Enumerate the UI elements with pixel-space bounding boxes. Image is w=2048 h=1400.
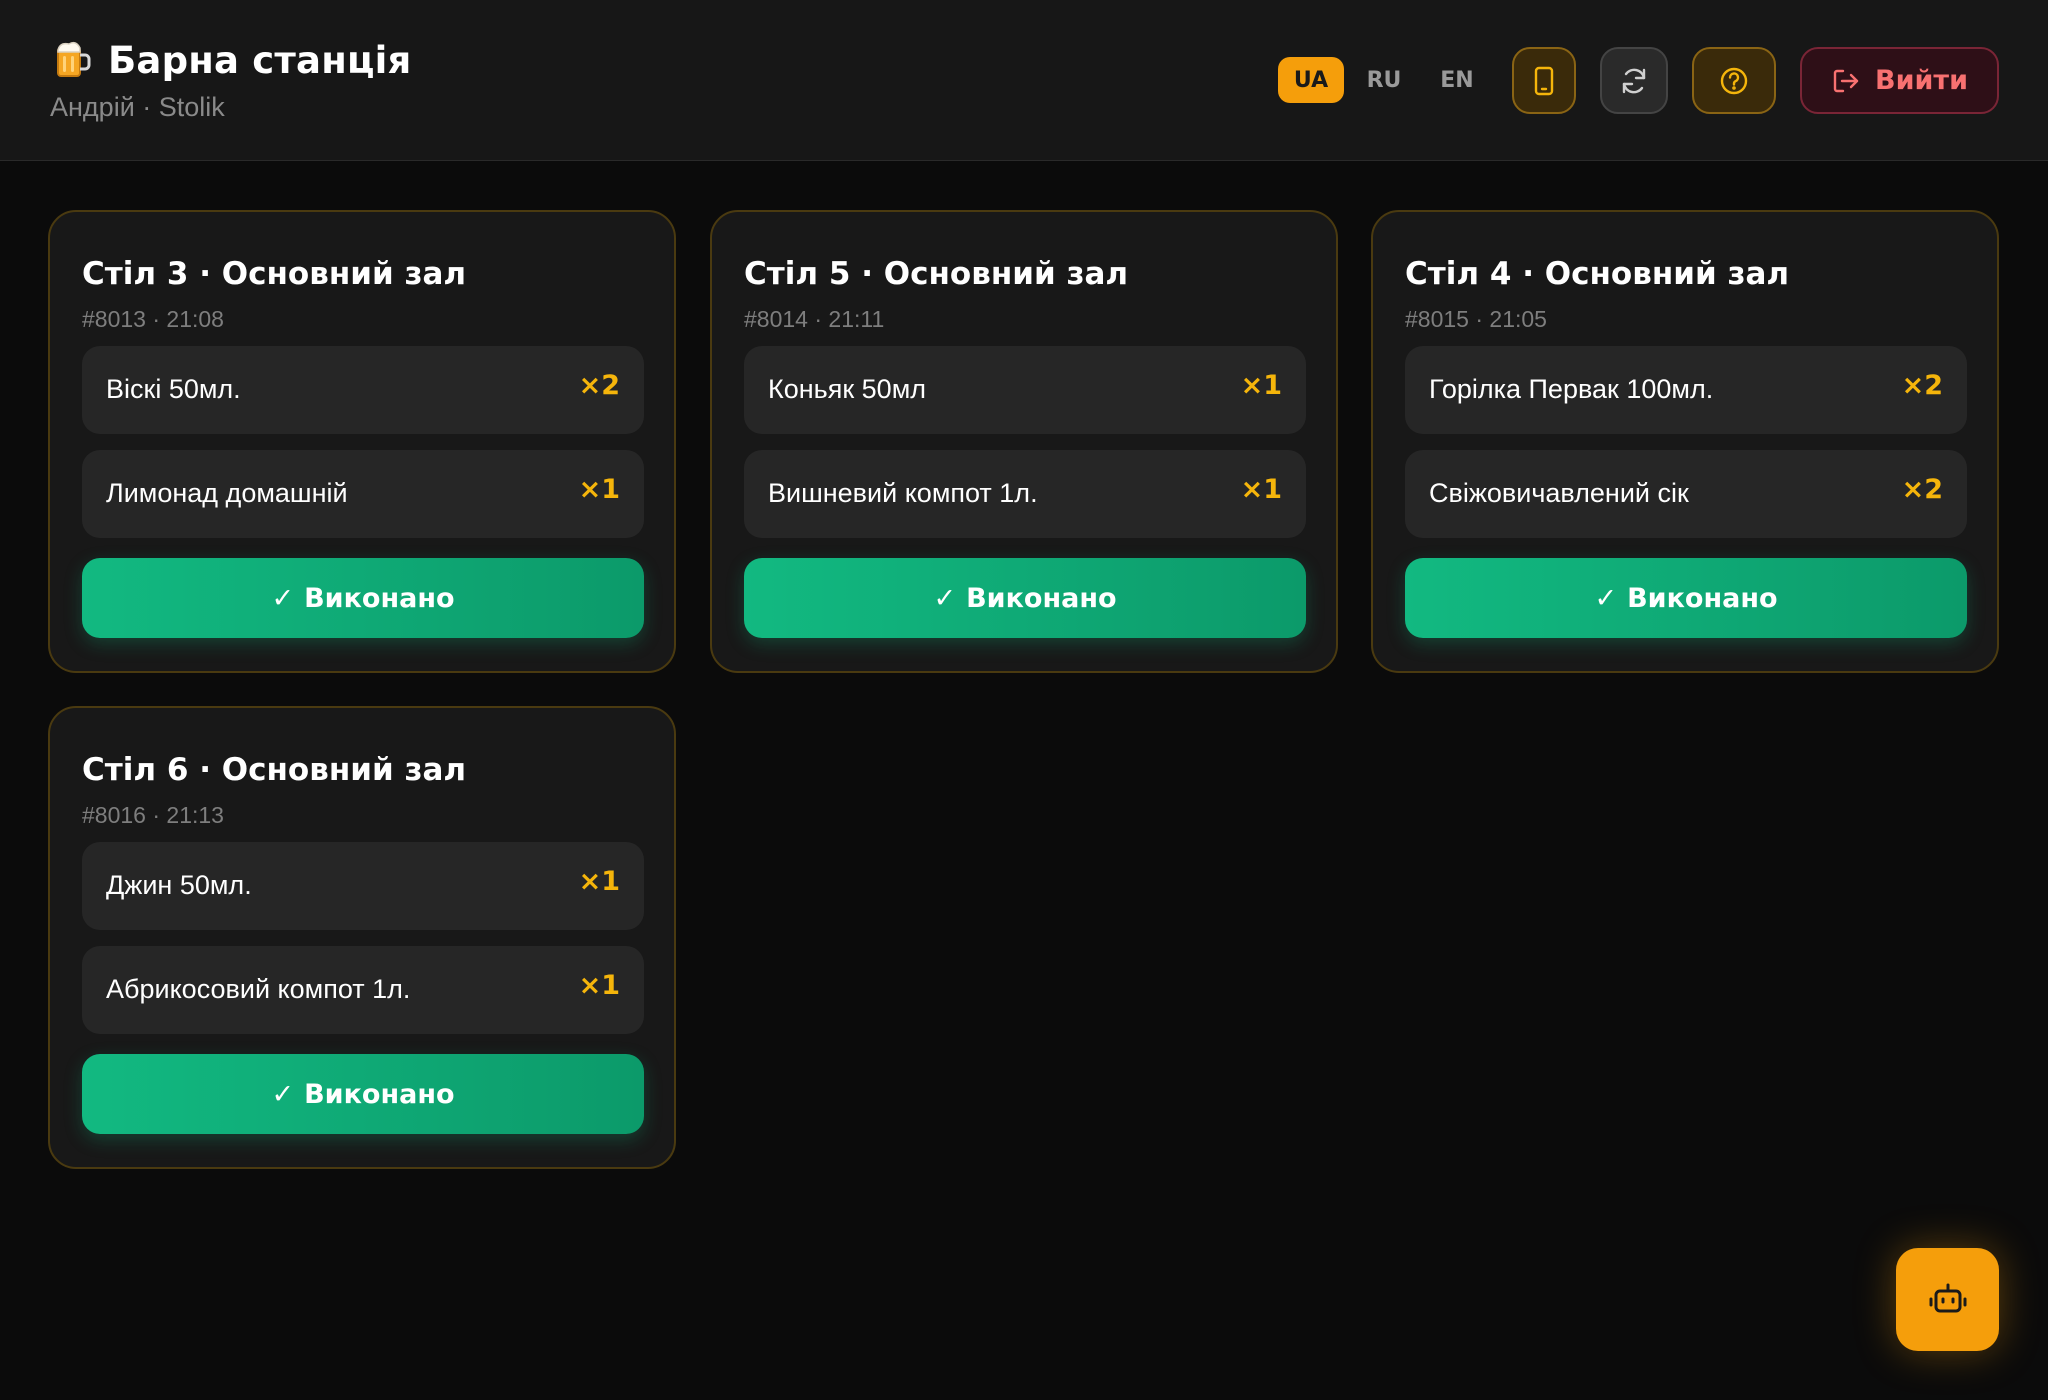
order-card: Стіл 3 · Основний зал #8013 · 21:08 Віск… [48,210,676,673]
item-name: Лимонад домашній [106,478,348,508]
order-card: Стіл 4 · Основний зал #8015 · 21:05 Горі… [1371,210,1999,673]
device-mode-button[interactable] [1512,47,1576,114]
order-meta: #8016 · 21:13 [82,802,224,828]
order-item: Лимонад домашній ×1 [82,450,644,538]
order-item: Вишневий компот 1л. ×1 [744,450,1306,538]
order-meta: #8015 · 21:05 [1405,306,1547,332]
robot-icon [1929,1283,1966,1312]
logout-icon [1833,69,1859,92]
logout-label: Вийти [1875,65,1968,96]
lang-ru-button[interactable]: RU [1352,57,1416,103]
user-subtitle: Андрій · Stolik [50,92,225,122]
order-title: Стіл 3 · Основний зал [82,256,467,292]
help-button[interactable] [1692,47,1776,114]
order-item: Віскі 50мл. ×2 [82,346,644,434]
check-icon: ✓ [1594,582,1618,614]
item-name: Вишневий компот 1л. [768,478,1038,508]
item-name: Джин 50мл. [106,870,252,900]
item-qty: ×2 [1901,370,1943,401]
order-item: Джин 50мл. ×1 [82,842,644,930]
done-button[interactable]: ✓ Виконано [744,558,1306,638]
done-label: Виконано [1627,582,1778,614]
done-label: Виконано [304,1078,455,1110]
done-button[interactable]: ✓ Виконано [82,1054,644,1134]
order-title: Стіл 6 · Основний зал [82,752,467,788]
order-title: Стіл 4 · Основний зал [1405,256,1790,292]
order-item: Горілка Первак 100мл. ×2 [1405,346,1967,434]
done-button[interactable]: ✓ Виконано [1405,558,1967,638]
lang-en-button[interactable]: EN [1426,57,1488,103]
item-qty: ×1 [578,970,620,1001]
help-icon [1720,67,1748,94]
order-item: Свіжовичавлений сік ×2 [1405,450,1967,538]
done-button[interactable]: ✓ Виконано [82,558,644,638]
top-bar: Барна станція Андрій · Stolik UA RU EN В… [0,0,2048,161]
check-icon: ✓ [271,1078,295,1110]
logout-button[interactable]: Вийти [1800,47,1999,114]
item-qty: ×1 [578,474,620,505]
check-icon: ✓ [271,582,295,614]
phone-icon [1534,66,1554,95]
item-name: Коньяк 50мл [768,374,927,404]
order-meta: #8014 · 21:11 [744,306,885,332]
order-item: Коньяк 50мл ×1 [744,346,1306,434]
item-qty: ×1 [1240,474,1282,505]
app-title: Барна станція [108,38,412,82]
item-name: Віскі 50мл. [106,374,241,404]
refresh-button[interactable] [1600,47,1668,114]
item-qty: ×1 [1240,370,1282,401]
item-qty: ×2 [578,370,620,401]
order-meta: #8013 · 21:08 [82,306,224,332]
lang-ua-button[interactable]: UA [1278,57,1344,103]
item-name: Горілка Первак 100мл. [1429,374,1714,404]
order-card: Стіл 6 · Основний зал #8016 · 21:13 Джин… [48,706,676,1169]
order-item: Абрикосовий компот 1л. ×1 [82,946,644,1034]
item-name: Свіжовичавлений сік [1429,478,1689,508]
order-title: Стіл 5 · Основний зал [744,256,1129,292]
item-qty: ×2 [1901,474,1943,505]
refresh-icon [1622,68,1646,93]
brand: Барна станція Андрій · Stolik [50,38,411,123]
item-qty: ×1 [578,866,620,897]
beer-mug-icon [57,41,91,77]
item-name: Абрикосовий компот 1л. [106,974,411,1004]
done-label: Виконано [304,582,455,614]
assistant-button[interactable] [1896,1248,1999,1351]
check-icon: ✓ [933,582,957,614]
done-label: Виконано [966,582,1117,614]
order-card: Стіл 5 · Основний зал #8014 · 21:11 Конь… [710,210,1338,673]
